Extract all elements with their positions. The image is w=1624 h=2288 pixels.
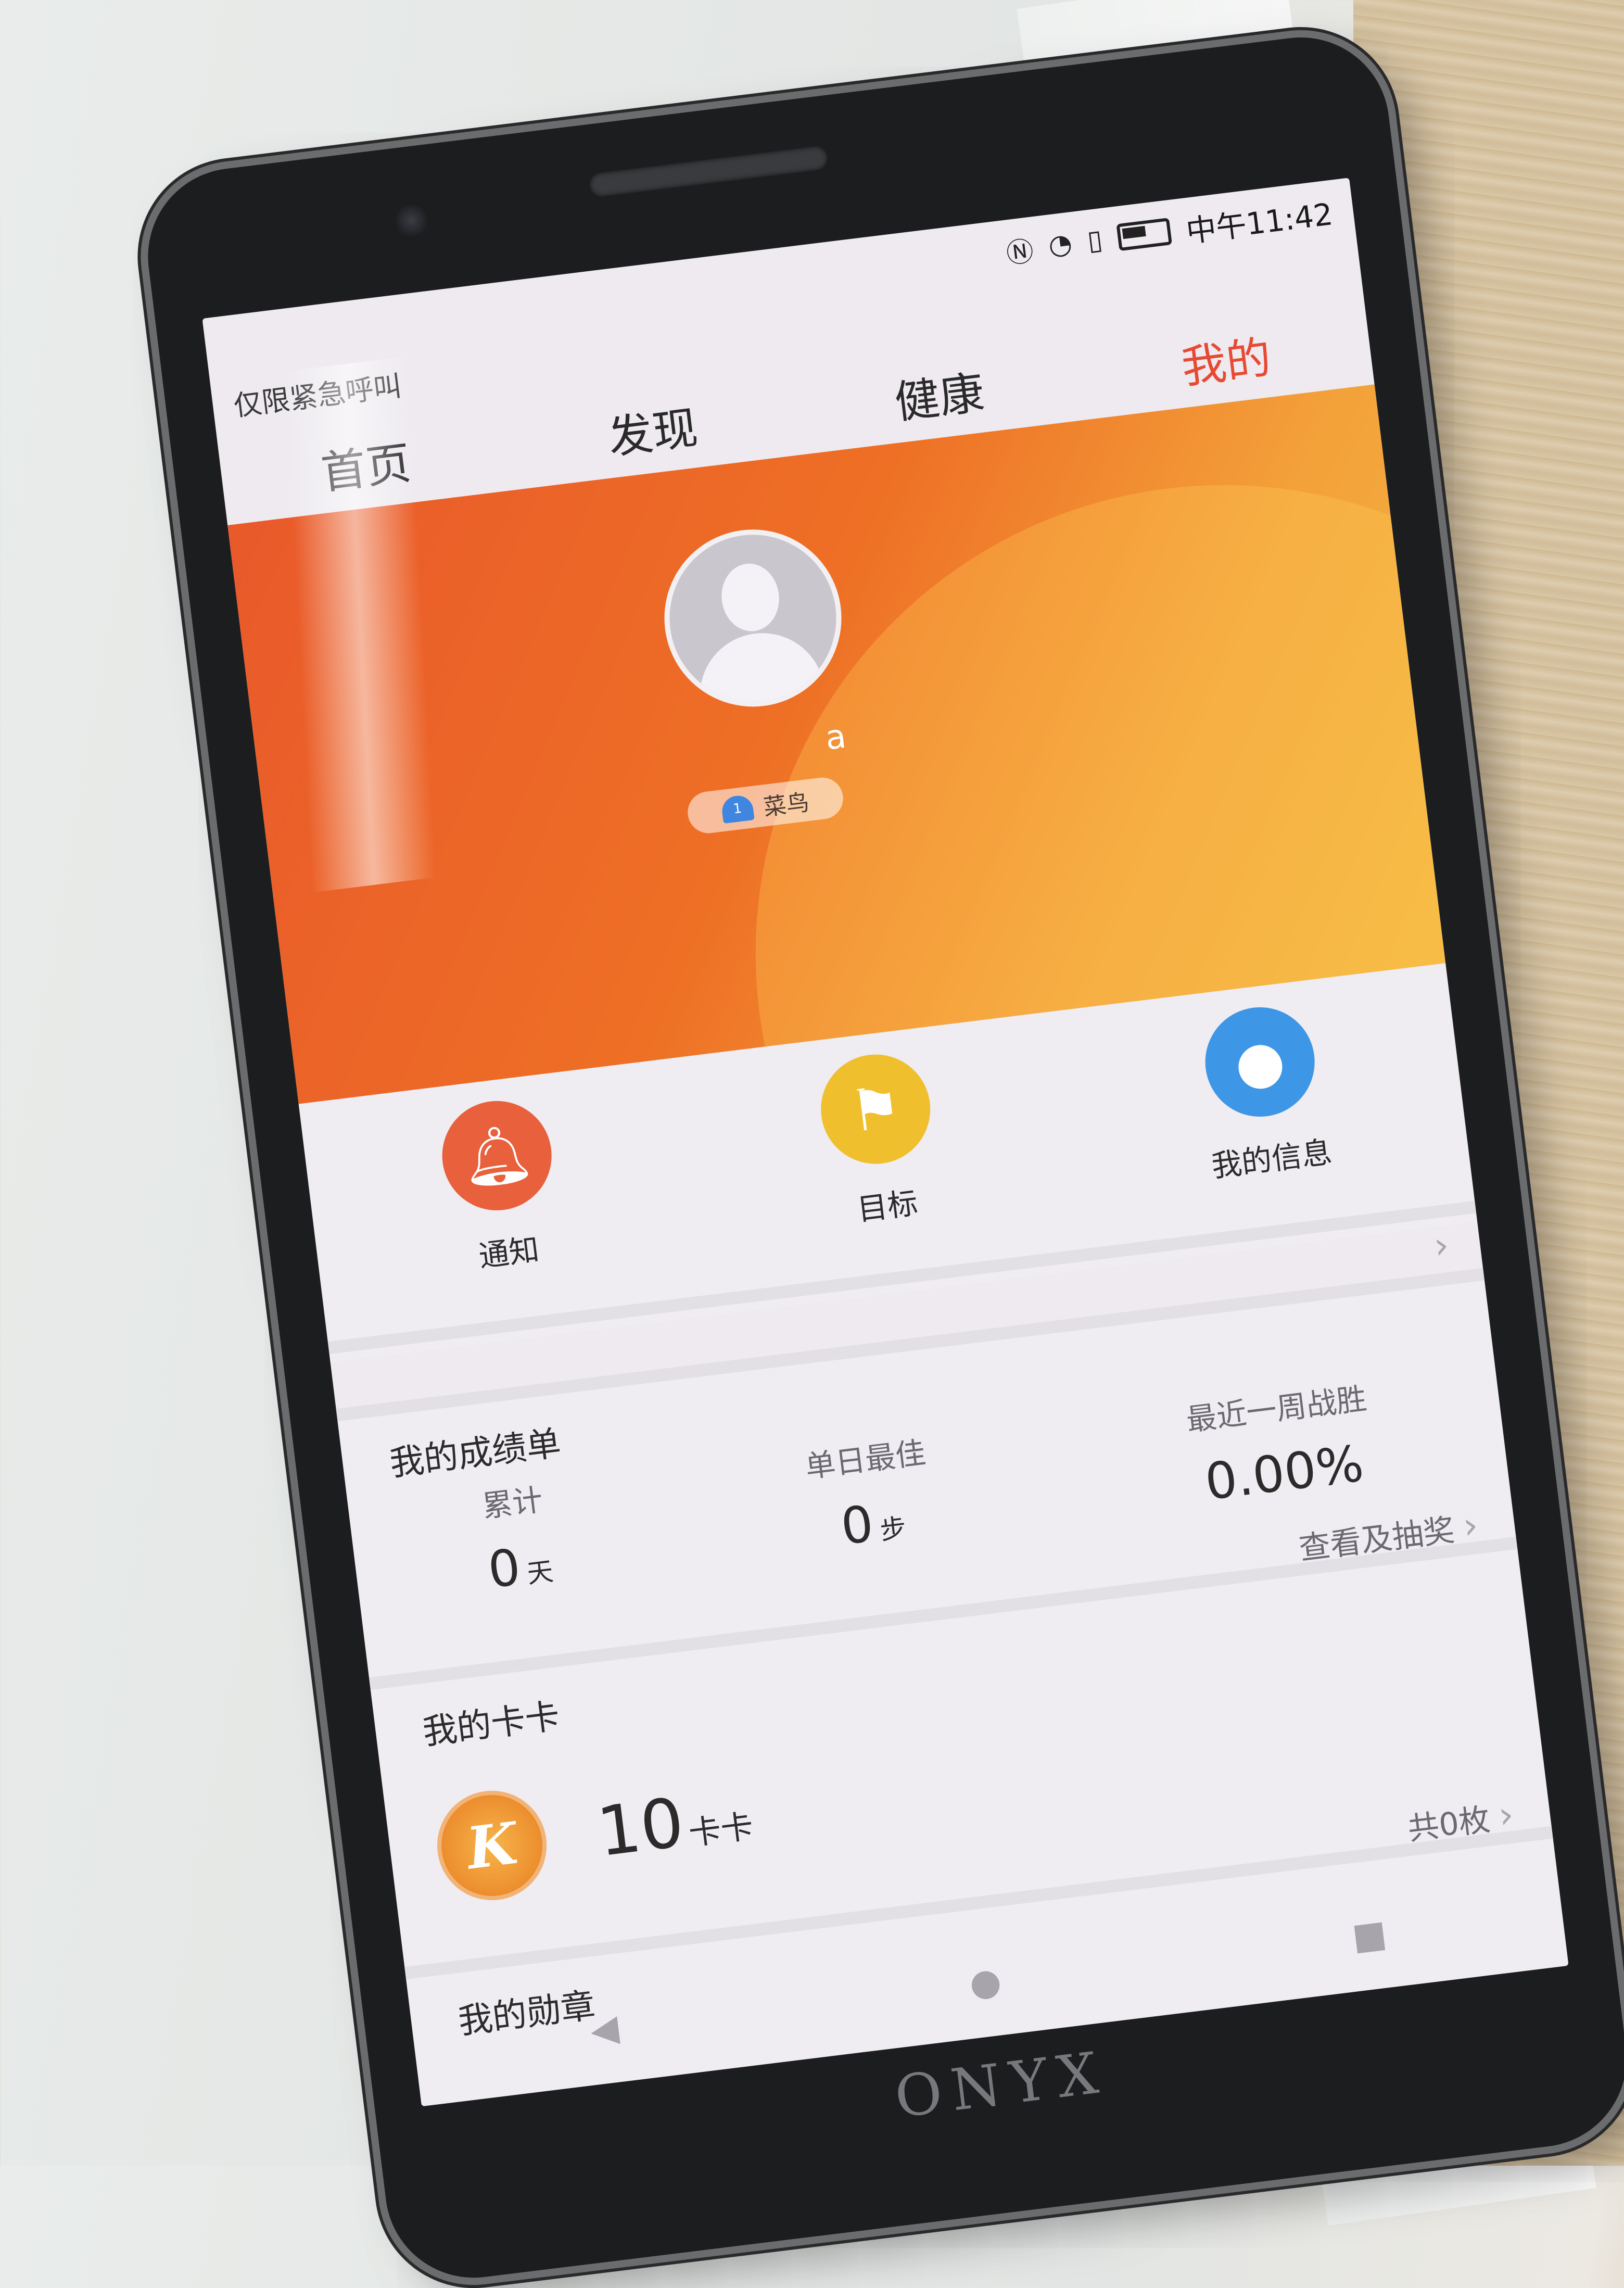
- flag-icon: ⚑: [815, 1048, 937, 1170]
- kaka-title: 我的卡卡: [420, 1696, 562, 1753]
- avatar-body: [693, 626, 830, 717]
- home-icon[interactable]: ●: [967, 1959, 1004, 2005]
- chevron-right-icon: ›: [1431, 1223, 1452, 1268]
- tab-health[interactable]: 健康: [880, 355, 998, 433]
- tab-home[interactable]: 首页: [307, 425, 424, 503]
- stat-value: 0: [838, 1494, 877, 1557]
- kaka-value: 10: [593, 1783, 688, 1872]
- stat-value-row: 0.00%: [1202, 1434, 1366, 1511]
- sim-icon: ▯: [1085, 224, 1105, 257]
- chevron-right-icon: ›: [1461, 1503, 1480, 1548]
- level-name: 菜鸟: [762, 789, 811, 821]
- status-time: 中午11:42: [1184, 196, 1335, 250]
- chevron-right-icon: ›: [1496, 1792, 1516, 1837]
- stat-value: 0.00%: [1202, 1434, 1367, 1512]
- stat-unit: 天: [525, 1556, 555, 1589]
- kaka-amount: 10卡卡: [593, 1774, 756, 1872]
- notify-action[interactable]: 🔔︎ 通知: [436, 1094, 566, 1279]
- stat-label: 最近一周战胜: [1184, 1381, 1369, 1438]
- kaka-balance[interactable]: K 10卡卡: [431, 1760, 758, 1906]
- phone-device: Ⓝ ◔ ▯ 中午11:42 仅限紧急呼叫 首页 发现 健康 我的 a 1 菜鸟: [138, 27, 1624, 2288]
- kaka-unit: 卡卡: [687, 1806, 756, 1853]
- back-icon[interactable]: ◀: [588, 2006, 621, 2052]
- battery-icon: [1116, 218, 1172, 251]
- stat-total-days: 累计 0天: [478, 1475, 556, 1599]
- tab-mine[interactable]: 我的: [1167, 319, 1285, 397]
- recents-icon[interactable]: ■: [1350, 1912, 1389, 1958]
- avatar[interactable]: [654, 519, 852, 717]
- wifi-icon: ◔: [1046, 227, 1074, 262]
- phone-screen: Ⓝ ◔ ▯ 中午11:42 仅限紧急呼叫 首页 发现 健康 我的 a 1 菜鸟: [202, 178, 1569, 2107]
- stat-label: 单日最佳: [803, 1435, 928, 1485]
- my-info-action[interactable]: ● 我的信息: [1193, 1001, 1334, 1186]
- front-camera: [392, 201, 430, 239]
- stat-value: 0: [485, 1537, 524, 1600]
- stat-weekly-beat: 最近一周战胜 0.00%: [1184, 1374, 1378, 1513]
- notify-label: 通知: [477, 1231, 541, 1274]
- earpiece-speaker: [588, 145, 829, 198]
- stat-value-row: 0步: [838, 1490, 909, 1557]
- bell-icon: 🔔︎: [436, 1094, 558, 1217]
- my-info-label: 我的信息: [1209, 1134, 1334, 1184]
- nfc-icon: Ⓝ: [1005, 235, 1036, 270]
- stat-label: 累计: [480, 1482, 545, 1525]
- goal-action[interactable]: ⚑ 目标: [815, 1048, 944, 1232]
- kaka-coin-icon: K: [431, 1784, 553, 1906]
- avatar-head: [718, 560, 783, 635]
- level-helmet-icon: 1: [720, 794, 755, 824]
- user-icon: ●: [1199, 1001, 1321, 1123]
- goal-label: 目标: [855, 1185, 920, 1228]
- stat-unit: 步: [878, 1512, 908, 1546]
- stat-value-row: 0天: [485, 1534, 556, 1600]
- level-badge[interactable]: 1 菜鸟: [685, 775, 846, 836]
- tab-discover[interactable]: 发现: [593, 389, 711, 467]
- stat-best-day: 单日最佳 0步: [803, 1428, 937, 1560]
